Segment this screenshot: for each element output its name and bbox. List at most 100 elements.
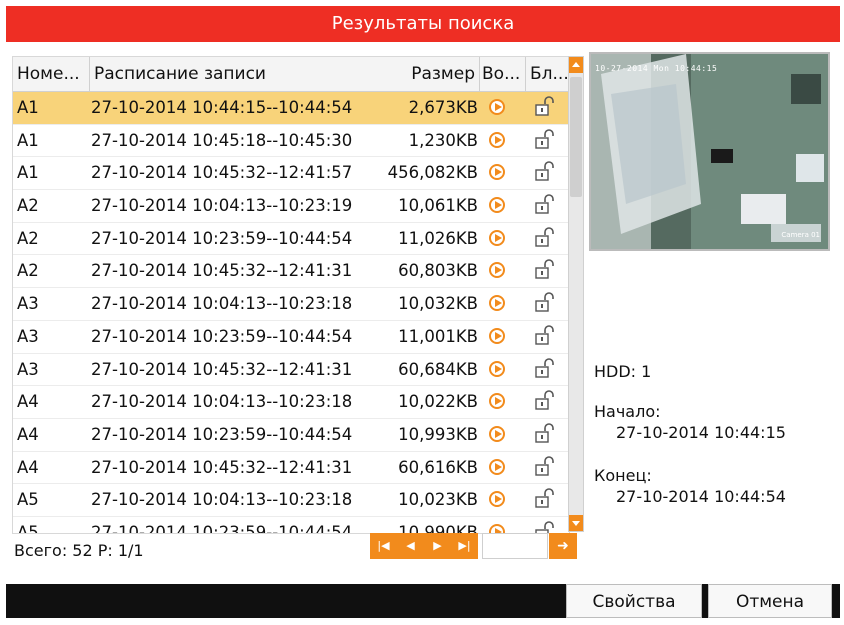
row-size: 60,684KB bbox=[398, 359, 478, 379]
pagination-controls: |◀ ◀ ▶ ▶| bbox=[370, 533, 478, 559]
row-schedule: 27-10-2014 10:45:32--12:41:31 bbox=[91, 457, 353, 477]
unlock-icon[interactable] bbox=[527, 223, 557, 254]
row-size: 10,032KB bbox=[398, 294, 478, 314]
row-size: 1,230KB bbox=[408, 130, 478, 150]
table-row[interactable]: A4 27-10-2014 10:45:32--12:41:31 60,616KB bbox=[13, 451, 569, 485]
play-icon[interactable] bbox=[485, 386, 509, 417]
table-row[interactable]: A2 27-10-2014 10:45:32--12:41:31 60,803KB bbox=[13, 255, 569, 289]
table-row[interactable]: A4 27-10-2014 10:04:13--10:23:18 10,022KB bbox=[13, 386, 569, 419]
scroll-up-icon[interactable] bbox=[569, 57, 583, 73]
row-size: 10,990KB bbox=[398, 522, 478, 534]
window-title: Результаты поиска bbox=[6, 6, 840, 42]
row-camera-number: A1 bbox=[17, 163, 39, 183]
row-size: 60,616KB bbox=[398, 457, 478, 477]
unlock-icon[interactable] bbox=[527, 354, 557, 385]
table-row[interactable]: A2 27-10-2014 10:04:13--10:23:19 10,061KB bbox=[13, 190, 569, 223]
table-row[interactable]: A5 27-10-2014 10:23:59--10:44:54 10,990KB bbox=[13, 516, 569, 534]
end-label: Конец: bbox=[594, 466, 652, 485]
unlock-icon[interactable] bbox=[527, 255, 557, 286]
row-camera-number: A1 bbox=[17, 130, 39, 150]
row-schedule: 27-10-2014 10:04:13--10:23:18 bbox=[91, 490, 353, 510]
row-camera-number: A4 bbox=[17, 392, 39, 412]
unlock-icon[interactable] bbox=[527, 288, 557, 319]
row-camera-number: A5 bbox=[17, 522, 39, 534]
prev-page-icon[interactable]: ◀ bbox=[397, 533, 424, 559]
play-icon[interactable] bbox=[485, 92, 509, 123]
next-page-icon[interactable]: ▶ bbox=[424, 533, 451, 559]
preview-image bbox=[591, 54, 828, 249]
column-header-play[interactable]: Во... bbox=[479, 57, 526, 91]
first-page-icon[interactable]: |◀ bbox=[370, 533, 397, 559]
play-icon[interactable] bbox=[485, 190, 509, 221]
row-size: 11,026KB bbox=[398, 228, 478, 248]
table-scrollbar[interactable] bbox=[568, 56, 584, 532]
play-icon[interactable] bbox=[485, 354, 509, 385]
play-icon[interactable] bbox=[485, 419, 509, 450]
table-row[interactable]: A2 27-10-2014 10:23:59--10:44:54 11,026KB bbox=[13, 222, 569, 256]
end-value: 27-10-2014 10:44:54 bbox=[616, 487, 786, 506]
unlock-icon[interactable] bbox=[527, 190, 557, 221]
table-body: A1 27-10-2014 10:44:15--10:44:54 2,673KB A1… bbox=[13, 92, 569, 534]
unlock-icon[interactable] bbox=[527, 321, 557, 352]
row-size: 60,803KB bbox=[398, 261, 478, 281]
page-number-input[interactable] bbox=[482, 533, 548, 559]
row-schedule: 27-10-2014 10:45:32--12:41:31 bbox=[91, 359, 353, 379]
row-camera-number: A4 bbox=[17, 457, 39, 477]
unlock-icon[interactable] bbox=[527, 517, 557, 533]
table-row[interactable]: A3 27-10-2014 10:45:32--12:41:31 60,684KB bbox=[13, 353, 569, 387]
play-icon[interactable] bbox=[485, 452, 509, 483]
table-row[interactable]: A3 27-10-2014 10:23:59--10:44:54 11,001KB bbox=[13, 320, 569, 354]
column-header-number[interactable]: Номе... bbox=[17, 57, 83, 91]
row-camera-number: A4 bbox=[17, 424, 39, 444]
table-row[interactable]: A1 27-10-2014 10:44:15--10:44:54 2,673KB bbox=[13, 92, 569, 125]
row-schedule: 27-10-2014 10:04:13--10:23:18 bbox=[91, 392, 353, 412]
row-size: 456,082KB bbox=[387, 163, 478, 183]
column-header-schedule[interactable]: Расписание записи bbox=[89, 57, 364, 91]
play-icon[interactable] bbox=[485, 517, 509, 533]
row-camera-number: A2 bbox=[17, 196, 39, 216]
unlock-icon[interactable] bbox=[527, 386, 557, 417]
start-label: Начало: bbox=[594, 402, 661, 421]
preview-timestamp: 10-27-2014 Mon 10:44:15 bbox=[595, 64, 718, 73]
row-schedule: 27-10-2014 10:23:59--10:44:54 bbox=[91, 326, 353, 346]
row-schedule: 27-10-2014 10:45:18--10:45:30 bbox=[91, 130, 353, 150]
camera-label: Camera 01 bbox=[781, 231, 820, 239]
end-time-block: Конец: 27-10-2014 10:44:54 bbox=[594, 466, 786, 506]
row-camera-number: A2 bbox=[17, 261, 39, 281]
unlock-icon[interactable] bbox=[527, 419, 557, 450]
row-schedule: 27-10-2014 10:23:59--10:44:54 bbox=[91, 522, 353, 534]
row-size: 10,022KB bbox=[398, 392, 478, 412]
unlock-icon[interactable] bbox=[527, 157, 557, 188]
play-icon[interactable] bbox=[485, 157, 509, 188]
play-icon[interactable] bbox=[485, 288, 509, 319]
unlock-icon[interactable] bbox=[527, 92, 557, 123]
row-schedule: 27-10-2014 10:04:13--10:23:19 bbox=[91, 196, 353, 216]
play-icon[interactable] bbox=[485, 484, 509, 515]
column-header-size[interactable]: Размер bbox=[363, 57, 479, 91]
start-time-block: Начало: 27-10-2014 10:44:15 bbox=[594, 402, 786, 442]
properties-button[interactable]: Свойства bbox=[566, 584, 702, 618]
row-camera-number: A3 bbox=[17, 326, 39, 346]
column-header-lock[interactable]: Бл... bbox=[525, 57, 569, 91]
table-row[interactable]: A3 27-10-2014 10:04:13--10:23:18 10,032KB bbox=[13, 288, 569, 321]
go-arrow-icon[interactable]: ➜ bbox=[549, 533, 577, 559]
last-page-icon[interactable]: ▶| bbox=[451, 533, 478, 559]
scroll-thumb[interactable] bbox=[570, 77, 582, 197]
cancel-button[interactable]: Отмена bbox=[708, 584, 832, 618]
row-size: 10,023KB bbox=[398, 490, 478, 510]
scroll-down-icon[interactable] bbox=[569, 515, 583, 531]
table-row[interactable]: A1 27-10-2014 10:45:18--10:45:30 1,230KB bbox=[13, 124, 569, 158]
play-icon[interactable] bbox=[485, 255, 509, 286]
unlock-icon[interactable] bbox=[527, 452, 557, 483]
hdd-info: HDD: 1 bbox=[594, 362, 652, 381]
unlock-icon[interactable] bbox=[527, 484, 557, 515]
play-icon[interactable] bbox=[485, 321, 509, 352]
play-icon[interactable] bbox=[485, 223, 509, 254]
table-row[interactable]: A4 27-10-2014 10:23:59--10:44:54 10,993KB bbox=[13, 418, 569, 452]
table-row[interactable]: A1 27-10-2014 10:45:32--12:41:57 456,082KB bbox=[13, 157, 569, 191]
row-schedule: 27-10-2014 10:44:15--10:44:54 bbox=[91, 98, 353, 117]
unlock-icon[interactable] bbox=[527, 125, 557, 156]
results-table: Номе... Расписание записи Размер Во... Б… bbox=[12, 56, 570, 534]
table-row[interactable]: A5 27-10-2014 10:04:13--10:23:18 10,023KB bbox=[13, 484, 569, 517]
play-icon[interactable] bbox=[485, 125, 509, 156]
